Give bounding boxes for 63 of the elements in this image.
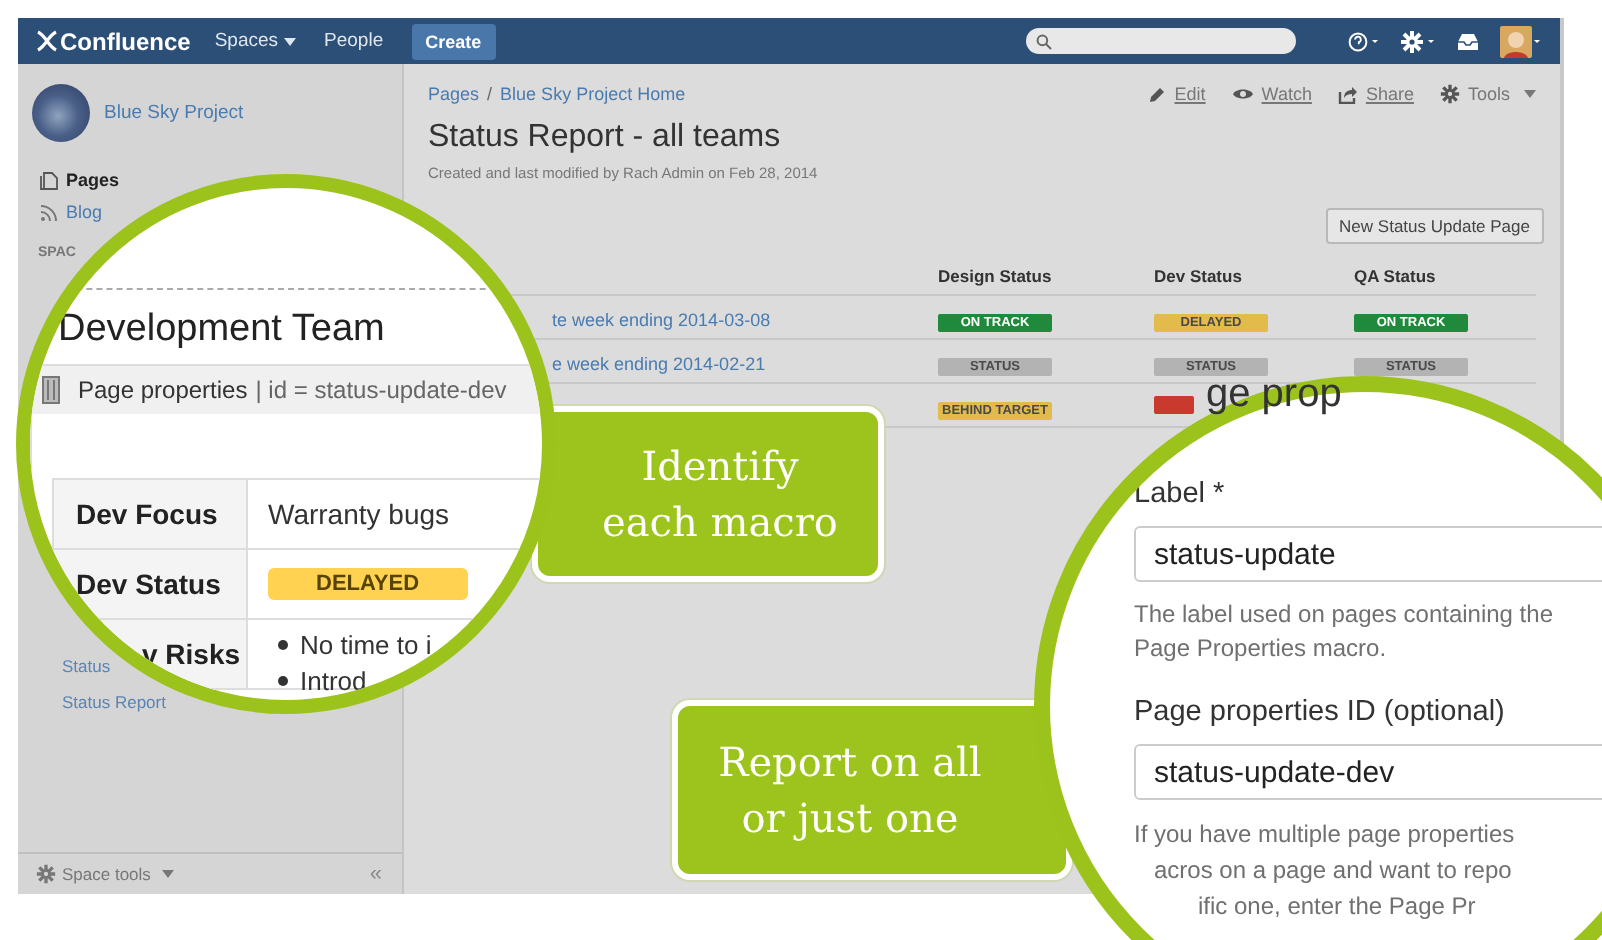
column-header: Dev Status — [1154, 266, 1244, 286]
breadcrumb-link[interactable]: Pages — [428, 84, 480, 104]
eye-icon — [1231, 86, 1254, 102]
logo-icon[interactable] — [36, 30, 58, 52]
search-field[interactable] — [1026, 28, 1296, 54]
risk-list-item: Introd — [278, 662, 432, 698]
nav-link[interactable]: Spaces — [214, 30, 279, 52]
text-input-field[interactable]: status-update — [1134, 526, 1602, 582]
column-header: QA Status — [1354, 266, 1438, 286]
page-action-link[interactable]: Share — [1337, 84, 1414, 104]
breadcrumb-link[interactable]: Blue Sky Project Home — [500, 84, 686, 104]
sidebar-nav-item[interactable]: Blog — [40, 202, 103, 222]
field-help-text: The label used on pages containing the Page Properties macro. — [1134, 598, 1555, 666]
caret-icon[interactable] — [284, 37, 297, 45]
confluence-logo[interactable]: Confluence — [60, 27, 191, 55]
space-logo[interactable] — [32, 84, 90, 142]
report-link[interactable]: te week ending 2014-03-08 — [552, 309, 771, 329]
callout-banner: Identify each macro — [532, 406, 884, 582]
risk-list-item: No time to i — [278, 626, 432, 662]
callout-banner: Report on all or just one — [672, 700, 1072, 880]
page-action-link[interactable]: Watch — [1231, 84, 1312, 104]
macro-name: Page properties — [78, 376, 248, 404]
text-input-field[interactable]: status-update-dev — [1134, 744, 1602, 800]
macro-icon — [42, 376, 60, 404]
space-name-link[interactable]: Blue Sky Project — [104, 102, 244, 124]
settings-icon[interactable] — [1400, 29, 1436, 53]
macro-parameters: | id = status-update-dev — [255, 376, 507, 404]
page-tree-link[interactable]: Status — [62, 656, 111, 676]
pencil-icon — [1148, 85, 1167, 103]
caret-icon — [162, 870, 175, 878]
create-button[interactable]: Create — [411, 23, 496, 59]
gear-icon — [36, 864, 56, 884]
breadcrumb-separator: / — [487, 84, 493, 104]
notifications-icon[interactable] — [1456, 31, 1480, 51]
gear-icon — [1439, 84, 1460, 104]
page-tree-link[interactable]: Status Report — [62, 692, 166, 712]
search-icon — [1036, 33, 1052, 49]
report-link[interactable]: e week ending 2014-02-21 — [552, 353, 766, 373]
field-label: Page properties ID (optional) — [1134, 696, 1505, 728]
page-action-link[interactable]: Edit — [1148, 84, 1206, 104]
field-label: Label * — [1134, 478, 1225, 510]
share-icon — [1337, 85, 1358, 103]
property-key: Dev Focus — [76, 498, 218, 530]
page-action-link[interactable]: Tools — [1439, 84, 1536, 104]
field-help-text: ific one, enter the Page Pr — [1196, 890, 1478, 924]
new-status-update-button[interactable]: New Status Update Page — [1325, 208, 1544, 244]
help-icon[interactable] — [1348, 31, 1380, 51]
property-key: Dev Status — [76, 568, 221, 600]
section-heading: Development Team — [58, 308, 385, 350]
user-avatar[interactable] — [1500, 25, 1544, 57]
space-tools-menu[interactable]: Space tools — [36, 864, 175, 884]
collapse-sidebar-button[interactable]: « — [369, 862, 382, 886]
field-help-text: acros on a page and want to repo — [1152, 854, 1514, 888]
property-value: Warranty bugs — [268, 498, 450, 530]
status-lozenge: DELAYED — [268, 568, 468, 600]
column-header: Design Status — [938, 266, 1054, 286]
caret-icon[interactable] — [1524, 90, 1536, 98]
rss-icon — [40, 203, 58, 221]
sidebar-nav-item[interactable]: Pages — [40, 170, 120, 190]
field-help-text: If you have multiple page properties — [1134, 818, 1517, 852]
page-title: Status Report - all teams — [428, 120, 783, 156]
nav-link[interactable]: People — [324, 30, 384, 52]
pages-icon — [40, 171, 58, 189]
